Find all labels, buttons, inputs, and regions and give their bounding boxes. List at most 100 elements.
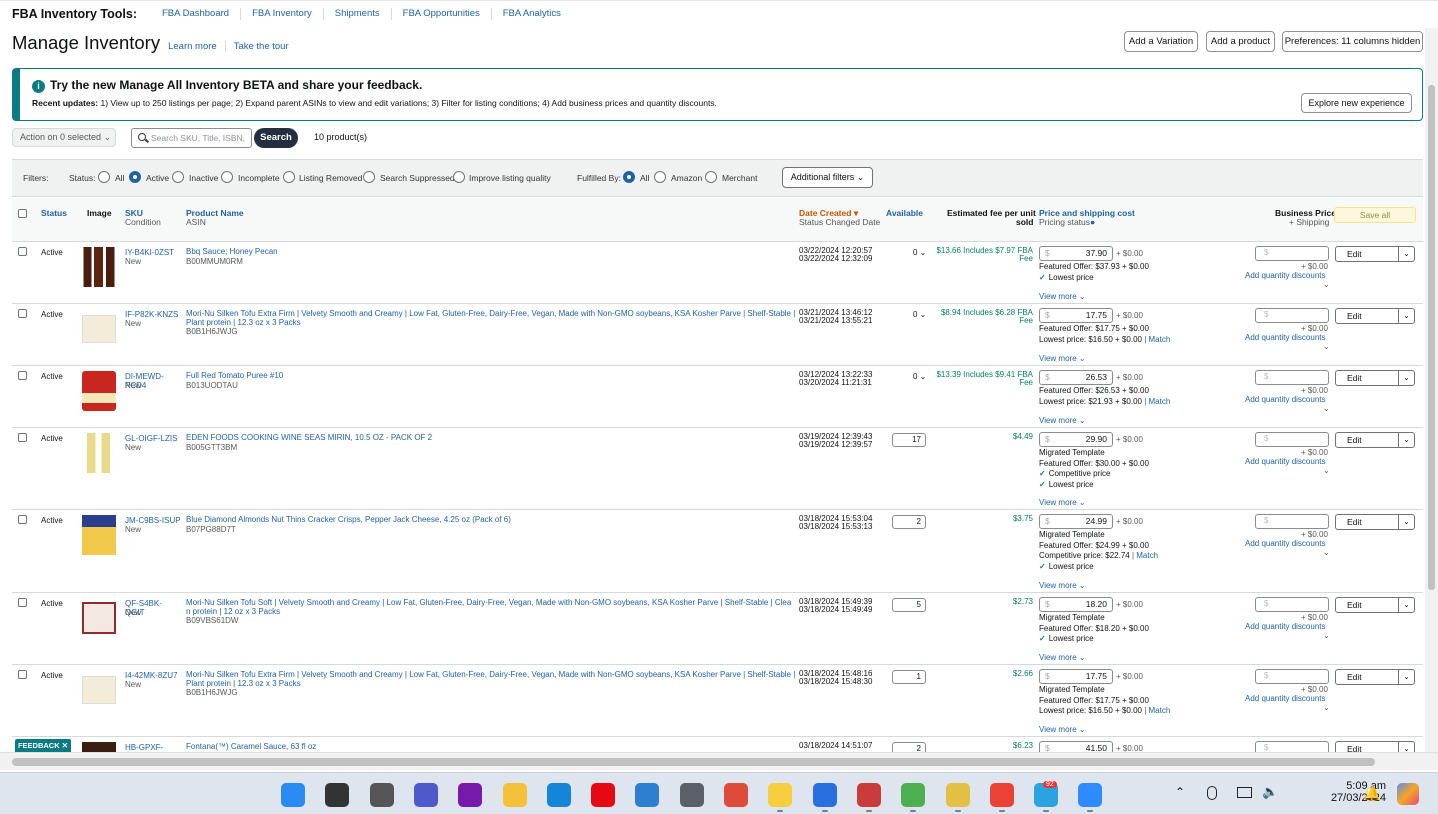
row-product-name[interactable]: EDEN FOODS COOKING WINE SEAS MIRIN, 10.5…: [186, 433, 796, 443]
row-sku[interactable]: JM-C9BS-ISUP: [125, 516, 181, 525]
row-price-input[interactable]: 17.75: [1039, 669, 1113, 684]
row-product-name[interactable]: Fontana(™) Caramel Sauce, 63 fl oz: [186, 742, 796, 752]
status-inactive-radio[interactable]: [172, 171, 184, 183]
take-tour-link[interactable]: Take the tour: [224, 41, 289, 52]
chevron-down-icon[interactable]: ⌄: [1398, 742, 1414, 752]
edit-button[interactable]: Edit ⌄: [1335, 246, 1415, 262]
chevron-down-icon[interactable]: ⌄: [1398, 433, 1414, 447]
notifications-icon[interactable]: 🔔: [1363, 785, 1380, 802]
row-price-input[interactable]: 18.20: [1039, 597, 1113, 612]
product-image[interactable]: [82, 247, 116, 287]
status-all-radio[interactable]: [98, 171, 110, 183]
row-checkbox[interactable]: [18, 309, 27, 318]
row-price-input[interactable]: 17.75: [1039, 308, 1113, 323]
row-checkbox[interactable]: [18, 598, 27, 607]
task-view-icon[interactable]: [369, 783, 394, 807]
view-more-link[interactable]: View more ⌄: [1039, 416, 1086, 425]
copilot-icon[interactable]: [1397, 783, 1419, 805]
match-link[interactable]: Match: [1149, 397, 1171, 406]
learn-more-link[interactable]: Learn more: [168, 41, 217, 52]
business-price-input[interactable]: [1255, 514, 1329, 529]
view-more-link[interactable]: View more ⌄: [1039, 354, 1086, 363]
edit-button[interactable]: Edit ⌄: [1335, 669, 1415, 685]
row-price-input[interactable]: 37.90: [1039, 246, 1113, 261]
col-status[interactable]: Status: [41, 208, 67, 218]
nav-link-shipments[interactable]: Shipments: [322, 8, 391, 20]
notepad-icon[interactable]: [635, 783, 660, 807]
status-incomplete-radio[interactable]: [221, 171, 233, 183]
product-image[interactable]: [82, 315, 116, 343]
col-asin[interactable]: ASIN: [186, 217, 206, 227]
add-variation-button[interactable]: Add a Variation: [1124, 31, 1198, 52]
chevron-down-icon[interactable]: ⌄: [1398, 670, 1414, 684]
explore-new-experience-button[interactable]: Explore new experience: [1301, 93, 1412, 113]
match-link[interactable]: Match: [1149, 706, 1171, 715]
add-quantity-discounts-link[interactable]: Add quantity discounts: [1245, 271, 1326, 280]
scrollbar-thumb[interactable]: [1428, 85, 1435, 590]
edit-button[interactable]: Edit ⌄: [1335, 597, 1415, 613]
network-icon[interactable]: [1237, 787, 1252, 798]
remote-desktop-icon[interactable]: [812, 783, 837, 807]
chevron-down-icon[interactable]: ⌄: [1398, 515, 1414, 529]
start-icon[interactable]: [281, 783, 305, 807]
match-link[interactable]: Match: [1149, 335, 1171, 344]
match-link[interactable]: Match: [1136, 551, 1158, 560]
view-more-link[interactable]: View more ⌄: [1039, 292, 1086, 301]
product-image[interactable]: [82, 515, 116, 555]
chrome-icon[interactable]: [724, 783, 748, 807]
status-active-radio[interactable]: [129, 171, 141, 183]
business-price-input[interactable]: [1255, 370, 1329, 385]
row-price-input[interactable]: 24.99: [1039, 514, 1113, 529]
chevron-down-icon[interactable]: ⌄: [1398, 598, 1414, 612]
row-checkbox[interactable]: [18, 371, 27, 380]
col-available[interactable]: Available: [886, 208, 923, 218]
edit-button[interactable]: Edit ⌄: [1335, 432, 1415, 448]
nav-link-fba-analytics[interactable]: FBA Analytics: [490, 8, 572, 20]
snipping-tool-icon[interactable]: [856, 783, 881, 807]
fulfilled-all-radio[interactable]: [623, 171, 635, 183]
vertical-scrollbar[interactable]: [1425, 28, 1438, 752]
microphone-icon[interactable]: [1207, 786, 1217, 800]
product-image[interactable]: [82, 433, 116, 473]
business-price-input[interactable]: [1255, 597, 1329, 612]
add-quantity-discounts-link[interactable]: Add quantity discounts: [1245, 395, 1326, 404]
product-image[interactable]: [82, 371, 116, 411]
edit-button[interactable]: Edit ⌄: [1335, 741, 1415, 752]
row-product-name[interactable]: Bbq Sauce; Honey Pecan: [186, 247, 796, 257]
add-quantity-discounts-link[interactable]: Add quantity discounts: [1245, 457, 1326, 466]
edit-button[interactable]: Edit ⌄: [1335, 514, 1415, 530]
preferences-button[interactable]: Preferences: 11 columns hidden: [1282, 31, 1423, 52]
col-condition[interactable]: Condition: [125, 217, 161, 227]
add-quantity-discounts-link[interactable]: Add quantity discounts: [1245, 694, 1326, 703]
select-all-checkbox[interactable]: [18, 209, 27, 218]
row-sku[interactable]: HB-GPXF-: [125, 743, 181, 752]
fulfilled-merchant-radio[interactable]: [705, 171, 717, 183]
business-price-input[interactable]: [1255, 669, 1329, 684]
zoom-icon[interactable]: [1078, 783, 1103, 807]
row-checkbox[interactable]: [18, 247, 27, 256]
add-product-button[interactable]: Add a product: [1206, 31, 1275, 52]
teams-icon[interactable]: [413, 783, 438, 807]
chevron-down-icon[interactable]: ⌄: [1398, 309, 1414, 323]
row-product-name[interactable]: Mori-Nu Silken Tofu Extra Firm | Velvety…: [186, 670, 796, 688]
business-price-input[interactable]: [1255, 246, 1329, 261]
row-product-name[interactable]: Mori-Nu Silken Tofu Soft | Velvety Smoot…: [186, 598, 796, 616]
business-price-input[interactable]: [1255, 741, 1329, 752]
sticky-notes-icon[interactable]: [768, 783, 793, 807]
edit-button[interactable]: Edit ⌄: [1335, 370, 1415, 386]
file-explorer-icon[interactable]: [502, 783, 527, 807]
scrollbar-thumb[interactable]: [12, 758, 1375, 766]
onenote-icon[interactable]: [458, 783, 483, 807]
horizontal-scrollbar[interactable]: [0, 752, 1438, 770]
bulk-action-select[interactable]: Action on 0 selected ⌄: [12, 128, 116, 147]
row-sku[interactable]: GL-OIGF-LZIS: [125, 434, 181, 443]
search-icon[interactable]: [325, 783, 350, 807]
search-button[interactable]: Search: [254, 128, 298, 148]
product-image[interactable]: [82, 676, 116, 704]
row-product-name[interactable]: Full Red Tomato Puree #10: [186, 371, 796, 381]
row-sku[interactable]: IY-B4KI-0ZST: [125, 248, 181, 257]
view-more-link[interactable]: View more ⌄: [1039, 725, 1086, 734]
row-checkbox[interactable]: [18, 433, 27, 442]
row-product-name[interactable]: Blue Diamond Almonds Nut Thins Cracker C…: [186, 515, 796, 525]
row-checkbox[interactable]: [18, 515, 27, 524]
